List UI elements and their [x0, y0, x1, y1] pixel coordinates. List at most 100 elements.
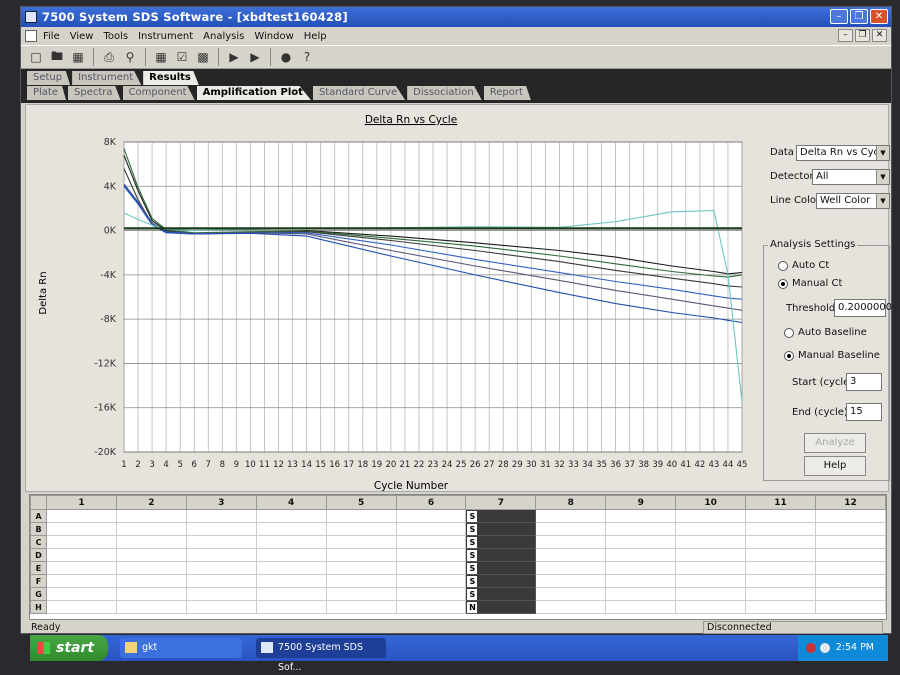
check-icon[interactable]: ☑ [173, 48, 191, 66]
network-icon[interactable] [820, 643, 830, 653]
plate-well[interactable] [675, 574, 747, 588]
plate-well[interactable] [605, 548, 677, 562]
plate-well[interactable]: S [465, 561, 537, 575]
plate-well[interactable] [325, 600, 397, 614]
plate-well[interactable] [395, 587, 467, 601]
plate-well[interactable] [255, 522, 327, 536]
plate-well[interactable] [185, 561, 257, 575]
detector-dropdown[interactable]: All ▼ [812, 169, 890, 185]
tab-instrument[interactable]: Instrument [72, 71, 142, 85]
help-icon[interactable]: ? [298, 48, 316, 66]
plate-column-header[interactable]: 12 [814, 495, 887, 510]
plate-well[interactable] [115, 548, 187, 562]
plate-column-header[interactable]: 11 [745, 495, 816, 510]
tab-report[interactable]: Report [483, 86, 531, 100]
plate-setup-icon[interactable]: ▦ [152, 48, 170, 66]
plate-well[interactable] [675, 600, 747, 614]
plate-well[interactable] [395, 509, 467, 523]
chevron-down-icon[interactable]: ▼ [876, 194, 889, 208]
tab-results[interactable]: Results [143, 71, 199, 85]
plate-well[interactable] [255, 548, 327, 562]
plate-well[interactable] [745, 522, 816, 536]
plate-well[interactable] [46, 600, 117, 614]
plate-well[interactable] [395, 600, 467, 614]
plate-well[interactable] [745, 561, 816, 575]
plate-well[interactable] [675, 522, 747, 536]
plate-well[interactable] [814, 574, 887, 588]
menu-tools[interactable]: Tools [103, 31, 128, 42]
menu-view[interactable]: View [70, 31, 94, 42]
auto-baseline-radio[interactable]: Auto Baseline [784, 327, 867, 338]
plate-well[interactable] [675, 587, 747, 601]
plate-column-header[interactable]: 8 [535, 495, 607, 510]
plate-well[interactable] [325, 535, 397, 549]
plate-well[interactable] [46, 574, 117, 588]
tab-dissociation[interactable]: Dissociation [407, 86, 482, 100]
plate-well[interactable] [46, 587, 117, 601]
plate-well[interactable] [675, 535, 747, 549]
doc-close-button[interactable]: ✕ [872, 29, 887, 42]
plate-row-header[interactable]: C [30, 535, 47, 549]
line-color-dropdown[interactable]: Well Color ▼ [816, 193, 890, 209]
plate-well[interactable] [814, 587, 887, 601]
plate-well[interactable] [46, 522, 117, 536]
doc-minimize-button[interactable]: – [838, 29, 853, 42]
plate-well[interactable] [814, 600, 887, 614]
task-sds-software[interactable]: 7500 System SDS Sof... [256, 638, 386, 673]
chevron-down-icon[interactable]: ▼ [876, 146, 889, 160]
minimize-button[interactable]: – [830, 9, 848, 24]
plate-well[interactable] [745, 600, 816, 614]
plate-well[interactable] [814, 548, 887, 562]
threshold-input[interactable]: 0.2000000 [834, 299, 892, 317]
plate-well[interactable] [185, 548, 257, 562]
tab-plate[interactable]: Plate [27, 86, 67, 100]
plate-well[interactable] [535, 535, 607, 549]
plate-well[interactable] [535, 574, 607, 588]
plate-well[interactable] [814, 522, 887, 536]
plate-well[interactable] [535, 587, 607, 601]
binoculars-icon[interactable]: ● [277, 48, 295, 66]
plate-well[interactable]: S [465, 574, 537, 588]
plate-well[interactable] [325, 561, 397, 575]
plate-well[interactable] [115, 535, 187, 549]
restore-button[interactable]: ❐ [850, 9, 868, 24]
analyze-button[interactable]: Analyze [804, 433, 866, 453]
run-icon[interactable]: ▶ [225, 48, 243, 66]
plate-well[interactable] [185, 574, 257, 588]
plate-row-header[interactable]: F [30, 574, 47, 588]
plate-well[interactable] [325, 574, 397, 588]
plate-well[interactable] [46, 509, 117, 523]
plate-column-header[interactable]: 6 [395, 495, 467, 510]
plate-well[interactable] [745, 548, 816, 562]
plate-well[interactable] [675, 509, 747, 523]
plate-well[interactable] [115, 522, 187, 536]
tab-standard-curve[interactable]: Standard Curve [312, 86, 406, 100]
plate-well[interactable]: S [465, 548, 537, 562]
plate-well[interactable]: S [465, 587, 537, 601]
menu-instrument[interactable]: Instrument [138, 31, 193, 42]
task-folder[interactable]: gkt [120, 638, 242, 658]
open-folder-icon[interactable]: 🖿 [48, 48, 66, 66]
plate-well[interactable] [325, 548, 397, 562]
tab-amplification-plot[interactable]: Amplification Plot [196, 86, 311, 100]
plate-well[interactable] [185, 535, 257, 549]
plate-well[interactable] [535, 548, 607, 562]
plate-row-header[interactable]: E [30, 561, 47, 575]
plate-column-header[interactable]: 2 [115, 495, 187, 510]
plate-well[interactable] [605, 587, 677, 601]
plate-row-header[interactable]: H [30, 600, 47, 614]
plate-well[interactable] [535, 522, 607, 536]
plate-well[interactable] [745, 509, 816, 523]
auto-ct-radio[interactable]: Auto Ct [778, 260, 829, 271]
print-preview-icon[interactable]: ⚲ [121, 48, 139, 66]
plate-well[interactable]: N [465, 600, 537, 614]
menu-file[interactable]: File [43, 31, 60, 42]
plate-well[interactable] [535, 561, 607, 575]
plate-well[interactable] [325, 509, 397, 523]
plate-well[interactable] [535, 509, 607, 523]
close-button[interactable]: ✕ [870, 9, 888, 24]
plate-well[interactable] [325, 587, 397, 601]
chevron-down-icon[interactable]: ▼ [876, 170, 889, 184]
plate-well[interactable] [745, 574, 816, 588]
plate-well[interactable] [255, 574, 327, 588]
